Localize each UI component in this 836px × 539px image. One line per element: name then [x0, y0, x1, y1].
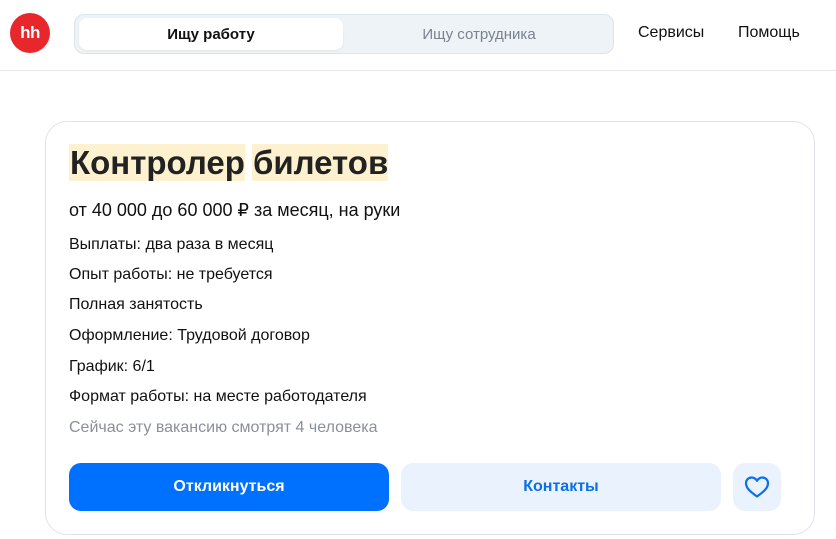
contacts-button[interactable]: Контакты: [401, 463, 721, 511]
hh-logo[interactable]: hh: [10, 13, 50, 53]
detail-employment: Полная занятость: [69, 296, 203, 313]
vacancy-title-word: Контролер: [69, 144, 245, 181]
header: hh Ищу работу Ищу сотрудника Сервисы Пом…: [0, 0, 836, 71]
detail-work-format: Формат работы: на месте работодателя: [69, 388, 367, 405]
heart-icon: [744, 476, 770, 498]
detail-experience: Опыт работы: не требуется: [69, 266, 273, 283]
apply-button[interactable]: Откликнуться: [69, 463, 389, 511]
vacancy-card: Контролер билетов от 40 000 до 60 000 ₽ …: [45, 121, 815, 535]
tab-employee-search[interactable]: Ищу сотрудника: [347, 18, 611, 50]
nav-help-link[interactable]: Помощь: [738, 24, 800, 42]
role-switch: Ищу работу Ищу сотрудника: [74, 14, 614, 54]
vacancy-title-word: билетов: [251, 144, 389, 181]
detail-contract: Оформление: Трудовой договор: [69, 327, 310, 344]
nav-services-link[interactable]: Сервисы: [638, 24, 704, 42]
tab-job-search[interactable]: Ищу работу: [79, 18, 343, 50]
vacancy-salary: от 40 000 до 60 000 ₽ за месяц, на руки: [69, 200, 401, 220]
detail-schedule: График: 6/1: [69, 358, 155, 375]
viewers-count: Сейчас эту вакансию смотрят 4 человека: [69, 419, 378, 436]
vacancy-title: Контролер билетов: [69, 144, 389, 181]
logo-text: hh: [20, 23, 40, 42]
detail-payments: Выплаты: два раза в месяц: [69, 236, 274, 253]
favorite-button[interactable]: [733, 463, 781, 511]
